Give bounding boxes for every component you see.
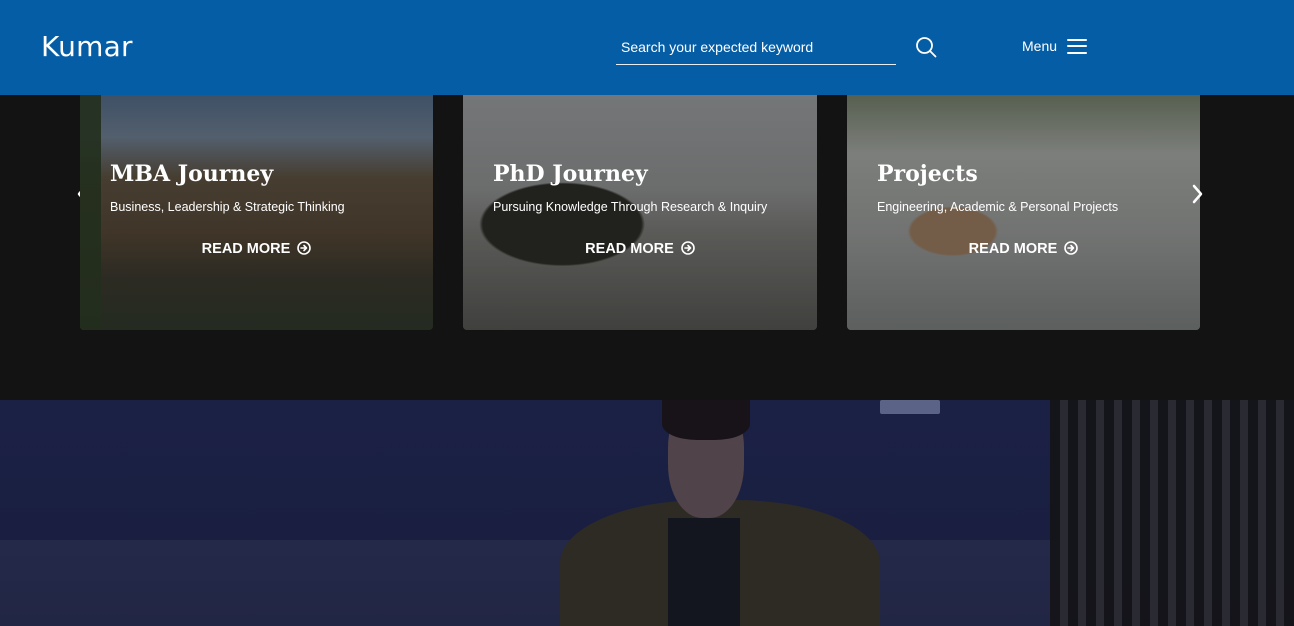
card-title: MBA Journey [110,161,274,187]
read-more-link[interactable]: READ MORE [80,241,433,257]
search-input[interactable] [616,30,896,65]
card-mba-journey[interactable]: MBA Journey Business, Leadership & Strat… [80,95,433,330]
card-projects[interactable]: Projects Engineering, Academic & Persona… [847,95,1200,330]
site-logo[interactable]: Kumar [41,30,133,63]
site-header: Kumar Menu [0,0,1294,95]
arrow-circle-right-icon [1064,241,1079,255]
carousel-next-arrow-icon[interactable] [1190,183,1204,205]
journey-carousel: MBA Journey Business, Leadership & Strat… [0,95,1294,400]
card-title: Projects [877,161,978,187]
menu-label: Menu [1022,38,1058,54]
hero-photo-section [0,400,1294,626]
menu-button[interactable]: Menu [1022,36,1088,56]
card-subtitle: Business, Leadership & Strategic Thinkin… [110,200,345,214]
card-subtitle: Pursuing Knowledge Through Research & In… [493,200,768,214]
read-more-label: READ MORE [968,241,1058,257]
read-more-link[interactable]: READ MORE [463,241,817,257]
card-subtitle: Engineering, Academic & Personal Project… [877,200,1119,214]
search-icon[interactable] [914,35,938,59]
read-more-link[interactable]: READ MORE [847,241,1200,257]
card-title: PhD Journey [493,161,648,187]
arrow-circle-right-icon [297,241,312,255]
read-more-label: READ MORE [201,241,291,257]
arrow-circle-right-icon [681,241,695,255]
hamburger-icon [1067,38,1088,54]
read-more-label: READ MORE [585,241,674,257]
card-phd-journey[interactable]: PhD Journey Pursuing Knowledge Through R… [463,95,817,330]
